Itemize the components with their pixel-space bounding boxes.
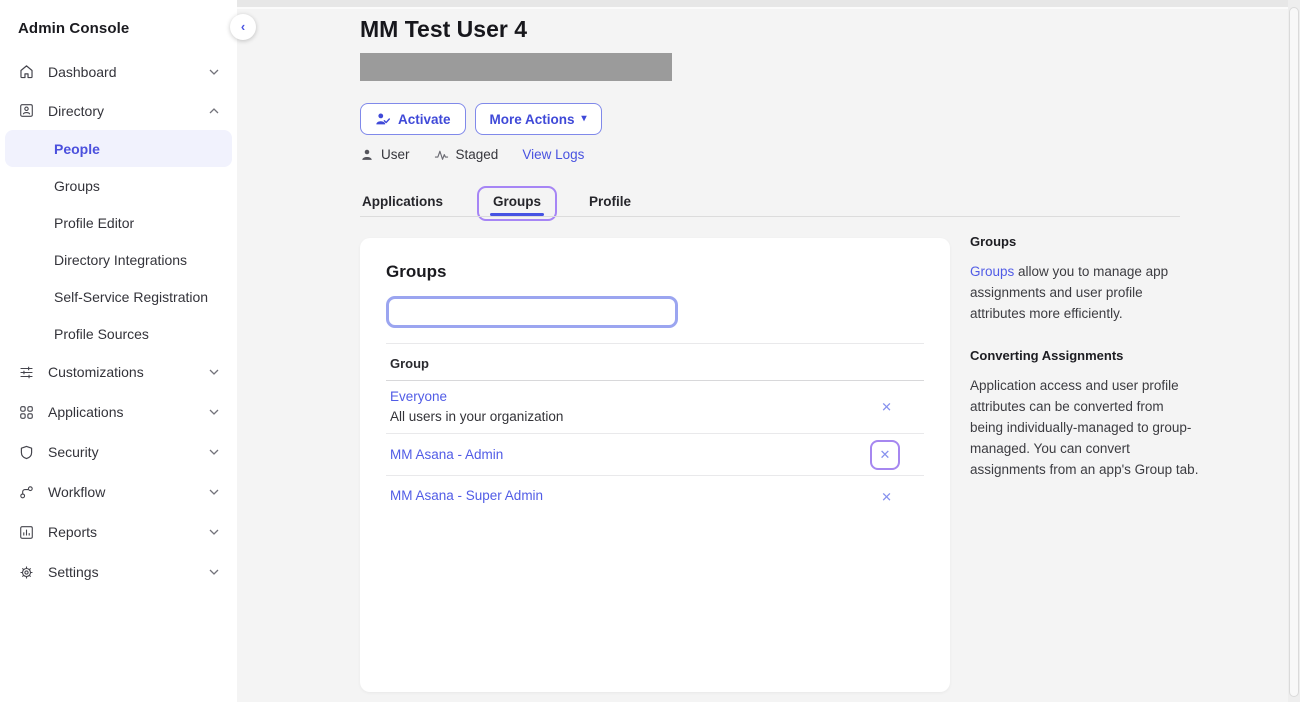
sidebar-item-settings[interactable]: Settings — [0, 552, 237, 592]
sidebar-item-label: Customizations — [48, 364, 203, 380]
scrollbar-thumb[interactable] — [1289, 7, 1299, 697]
sidebar-item-directory[interactable]: Directory — [0, 91, 237, 130]
groups-panel-heading: Groups — [386, 262, 950, 282]
sidebar-item-security[interactable]: Security — [0, 432, 237, 472]
sidebar-nav: Dashboard Directory People Groups Profil… — [0, 52, 237, 592]
more-actions-button[interactable]: More Actions ▾ — [475, 103, 602, 135]
groups-panel: Groups Group Everyone All users in your … — [360, 238, 950, 692]
sidebar-item-label: People — [54, 141, 100, 157]
bar-chart-icon — [18, 524, 35, 541]
shield-icon — [18, 444, 35, 461]
tab-groups-label: Groups — [493, 194, 541, 209]
collapse-chevron-icon: ‹ — [241, 19, 245, 34]
sidebar-item-label: Groups — [54, 178, 100, 194]
user-type-label: User — [381, 147, 410, 162]
chevron-down-icon — [209, 409, 219, 415]
sliders-icon — [18, 364, 35, 381]
sidebar-item-groups[interactable]: Groups — [0, 167, 237, 204]
directory-badge-icon — [18, 102, 35, 119]
sidebar-item-reports[interactable]: Reports — [0, 512, 237, 552]
sidebar-item-label: Reports — [48, 524, 203, 540]
help-groups-text: Groups allow you to manage app assignmen… — [970, 261, 1250, 324]
caret-down-icon: ▾ — [582, 114, 587, 124]
home-icon — [18, 63, 35, 80]
sidebar-item-applications[interactable]: Applications — [0, 392, 237, 432]
chevron-down-icon — [209, 489, 219, 495]
sidebar-item-label: Applications — [48, 404, 203, 420]
sidebar-item-self-service-registration[interactable]: Self-Service Registration — [0, 278, 237, 315]
sidebar-item-dashboard[interactable]: Dashboard — [0, 52, 237, 91]
sidebar-item-label: Workflow — [48, 484, 203, 500]
close-icon: ✕ — [881, 400, 892, 415]
group-row-mm-asana-super-admin: MM Asana - Super Admin ✕ — [386, 476, 924, 517]
activate-button-label: Activate — [398, 112, 451, 127]
view-logs-link[interactable]: View Logs — [522, 147, 584, 162]
group-link[interactable]: MM Asana - Super Admin — [386, 488, 924, 503]
sidebar-item-people[interactable]: People — [5, 130, 232, 167]
gear-icon — [18, 564, 35, 581]
remove-group-button[interactable]: ✕ — [881, 401, 892, 414]
sidebar-collapse-button[interactable]: ‹ — [230, 14, 256, 40]
group-link[interactable]: MM Asana - Admin — [386, 447, 924, 462]
sidebar-item-label: Self-Service Registration — [54, 289, 208, 305]
person-check-icon — [375, 112, 391, 126]
chevron-down-icon — [209, 569, 219, 575]
main-content: MM Test User 4 Activate More Actions ▾ U… — [237, 0, 1300, 702]
group-search-input[interactable] — [386, 296, 678, 328]
chevron-up-icon — [209, 108, 219, 114]
action-button-row: Activate More Actions ▾ — [360, 103, 602, 135]
activate-button[interactable]: Activate — [360, 103, 466, 135]
sidebar-item-label: Profile Sources — [54, 326, 149, 342]
more-actions-button-label: More Actions — [490, 112, 575, 127]
help-converting-text: Application access and user profile attr… — [970, 375, 1250, 480]
chevron-down-icon — [209, 69, 219, 75]
help-converting-heading: Converting Assignments — [970, 348, 1250, 363]
sidebar-item-label: Directory — [48, 103, 203, 119]
status-state-label: Staged — [456, 147, 499, 162]
tab-divider — [360, 216, 1180, 217]
close-icon: ✕ — [881, 489, 892, 504]
help-rail: Groups Groups allow you to manage app as… — [970, 234, 1250, 504]
chevron-down-icon — [209, 369, 219, 375]
scrollbar[interactable] — [1288, 0, 1300, 702]
help-groups-heading: Groups — [970, 234, 1250, 249]
sidebar-item-customizations[interactable]: Customizations — [0, 352, 237, 392]
page-title: MM Test User 4 — [360, 16, 527, 43]
chevron-down-icon — [209, 529, 219, 535]
chevron-down-icon — [209, 449, 219, 455]
group-row-everyone: Everyone All users in your organization … — [386, 381, 924, 434]
group-row-mm-asana-admin: MM Asana - Admin ✕ — [386, 434, 924, 476]
group-column-header: Group — [390, 356, 950, 371]
workflow-icon — [18, 484, 35, 501]
sidebar-item-label: Security — [48, 444, 203, 460]
sidebar-item-label: Profile Editor — [54, 215, 134, 231]
sidebar-item-profile-editor[interactable]: Profile Editor — [0, 204, 237, 241]
redacted-email-bar — [360, 53, 672, 81]
group-link[interactable]: Everyone — [386, 389, 924, 404]
sidebar-item-profile-sources[interactable]: Profile Sources — [0, 315, 237, 352]
group-description: All users in your organization — [386, 409, 924, 424]
remove-group-button[interactable]: ✕ — [881, 490, 892, 503]
sidebar: Admin Console Dashboard Directory People… — [0, 0, 237, 702]
person-icon — [360, 148, 374, 162]
sidebar-item-label: Settings — [48, 564, 203, 580]
sidebar-item-workflow[interactable]: Workflow — [0, 472, 237, 512]
app-title: Admin Console — [0, 0, 237, 37]
remove-group-button-focused[interactable]: ✕ — [870, 440, 900, 470]
close-icon: ✕ — [880, 448, 891, 461]
sidebar-item-label: Dashboard — [48, 64, 203, 80]
sidebar-item-directory-integrations[interactable]: Directory Integrations — [0, 241, 237, 278]
groups-help-link[interactable]: Groups — [970, 264, 1014, 279]
sidebar-item-label: Directory Integrations — [54, 252, 187, 268]
top-strip — [237, 0, 1300, 9]
divider — [386, 343, 924, 344]
grid-icon — [18, 404, 35, 421]
status-row: User Staged View Logs — [360, 147, 584, 162]
pulse-icon — [434, 149, 449, 161]
